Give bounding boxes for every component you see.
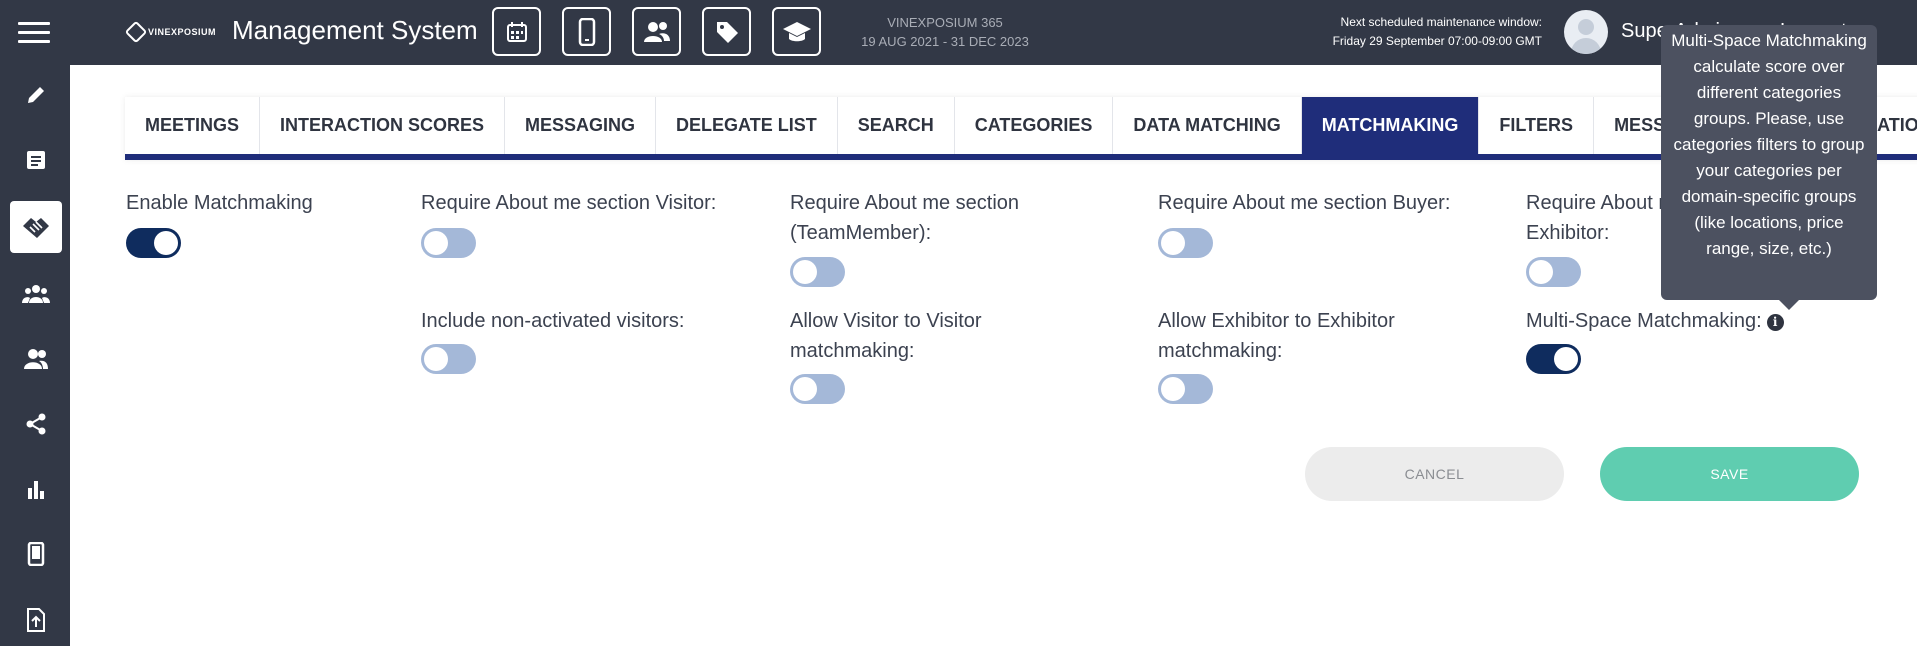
about-exhibitor-toggle[interactable] xyxy=(1526,257,1581,287)
setting-label: Require About me section (TeamMember): xyxy=(790,192,1020,244)
about-teammember-toggle[interactable] xyxy=(790,257,845,287)
tab-filters[interactable]: FILTERS xyxy=(1479,97,1595,154)
avatar[interactable] xyxy=(1564,10,1608,54)
pencil-icon[interactable] xyxy=(10,69,62,121)
mobile-icon[interactable] xyxy=(10,528,62,580)
setting-label: Allow Exhibitor to Exhibitor matchmaking… xyxy=(1158,310,1395,362)
sidebar xyxy=(0,65,70,646)
tab-data-matching[interactable]: DATA MATCHING xyxy=(1113,97,1302,154)
setting-multi-space: Multi-Space Matchmaking: i xyxy=(1526,306,1826,336)
handshake-icon[interactable] xyxy=(10,201,62,253)
tab-categories[interactable]: CATEGORIES xyxy=(954,97,1114,154)
file-upload-icon[interactable] xyxy=(10,594,62,646)
event-info: VINEXPOSIUM 365 19 AUG 2021 - 31 DEC 202… xyxy=(820,13,1070,51)
about-visitor-toggle[interactable] xyxy=(421,228,476,258)
info-icon[interactable]: i xyxy=(1766,313,1784,331)
setting-about-buyer: Require About me section Buyer: xyxy=(1158,188,1498,218)
brand-logo: VINEXPOSIUM xyxy=(124,20,216,44)
cancel-button[interactable]: CANCEL xyxy=(1305,447,1564,501)
setting-label: Multi-Space Matchmaking: xyxy=(1526,310,1762,332)
multi-space-tooltip: Multi-Space Matchmaking calculate score … xyxy=(1661,25,1877,310)
setting-label: Include non-activated visitors: xyxy=(421,310,685,332)
setting-about-teammember: Require About me section (TeamMember): xyxy=(790,188,1080,248)
maintenance-title: Next scheduled maintenance window: xyxy=(1340,15,1542,29)
tab-delegate-list[interactable]: DELEGATE LIST xyxy=(656,97,838,154)
event-name: VINEXPOSIUM 365 xyxy=(887,15,1003,30)
maintenance-info: Next scheduled maintenance window: Frida… xyxy=(1310,13,1542,51)
setting-about-visitor: Require About me section Visitor: xyxy=(421,188,761,218)
setting-label: Allow Visitor to Visitor matchmaking: xyxy=(790,310,982,362)
tab-search[interactable]: SEARCH xyxy=(837,97,955,154)
visitor-to-visitor-toggle[interactable] xyxy=(790,374,845,404)
list-icon[interactable] xyxy=(10,134,62,186)
hamburger-menu-icon[interactable] xyxy=(18,22,50,44)
bar-chart-icon[interactable] xyxy=(10,463,62,515)
multi-space-toggle[interactable] xyxy=(1526,344,1581,374)
exhibitor-to-exhibitor-toggle[interactable] xyxy=(1158,374,1213,404)
people-icon[interactable] xyxy=(632,7,681,56)
setting-exhibitor-to-exhibitor: Allow Exhibitor to Exhibitor matchmaking… xyxy=(1158,306,1438,366)
tab-interaction-scores[interactable]: INTERACTION SCORES xyxy=(260,97,506,154)
share-icon[interactable] xyxy=(10,398,62,450)
save-button[interactable]: SAVE xyxy=(1600,447,1859,501)
setting-label: Require About me section Buyer: xyxy=(1158,192,1451,214)
setting-non-activated: Include non-activated visitors: xyxy=(421,306,761,336)
tag-icon[interactable] xyxy=(702,7,751,56)
top-bar: VINEXPOSIUM Management System VINEXPOSIU… xyxy=(0,0,1917,65)
maintenance-time: Friday 29 September 07:00-09:00 GMT xyxy=(1332,34,1542,48)
settings-tabs: MEETINGS INTERACTION SCORES MESSAGING DE… xyxy=(125,97,1917,160)
setting-label: Require About me section Visitor: xyxy=(421,192,717,214)
graduation-cap-icon[interactable] xyxy=(772,7,821,56)
app-title: Management System xyxy=(232,15,478,45)
event-dates: 19 AUG 2021 - 31 DEC 2023 xyxy=(861,34,1029,49)
mobile-icon[interactable] xyxy=(562,7,611,56)
users-icon[interactable] xyxy=(10,333,62,385)
setting-label: Enable Matchmaking xyxy=(126,192,313,214)
group-icon[interactable] xyxy=(10,268,62,320)
tab-messaging[interactable]: MESSAGING xyxy=(505,97,657,154)
top-icon-bar xyxy=(492,7,821,56)
tab-matchmaking[interactable]: MATCHMAKING xyxy=(1301,97,1480,154)
calendar-icon[interactable] xyxy=(492,7,541,56)
setting-visitor-to-visitor: Allow Visitor to Visitor matchmaking: xyxy=(790,306,1050,366)
enable-matchmaking-toggle[interactable] xyxy=(126,228,181,258)
tab-meetings[interactable]: MEETINGS xyxy=(125,97,261,154)
setting-enable-matchmaking: Enable Matchmaking xyxy=(126,188,386,218)
non-activated-toggle[interactable] xyxy=(421,344,476,374)
about-buyer-toggle[interactable] xyxy=(1158,228,1213,258)
